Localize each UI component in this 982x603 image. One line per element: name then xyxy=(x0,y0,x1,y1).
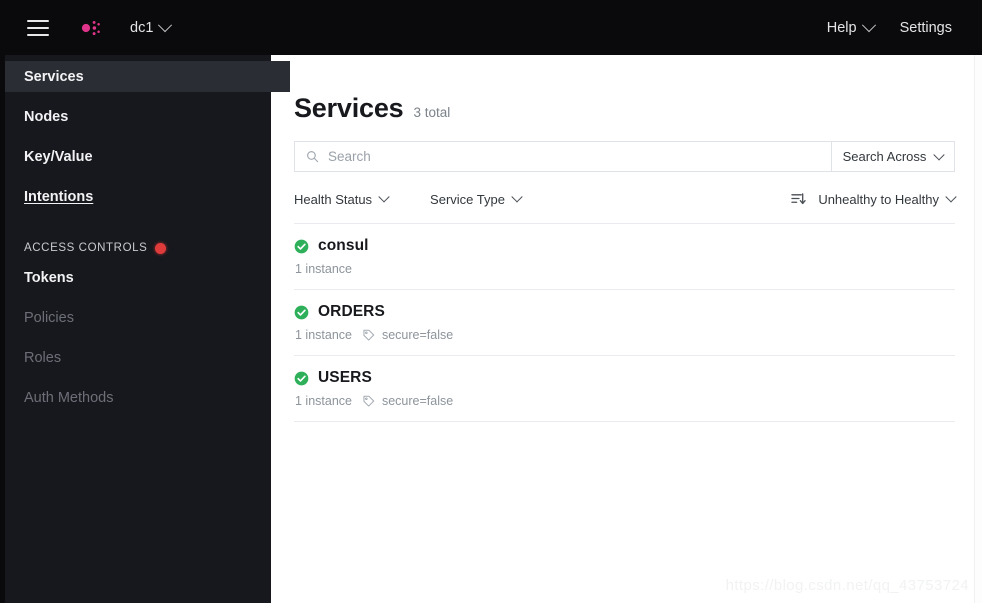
sidebar-item-tokens[interactable]: Tokens xyxy=(5,262,271,293)
page-title: Services xyxy=(294,93,404,123)
sidebar-item-intentions[interactable]: Intentions xyxy=(5,181,271,212)
sidebar-item-label: Roles xyxy=(24,349,62,366)
main-content: Services 3 total Search Search Across He… xyxy=(271,55,982,603)
sidebar-item-roles[interactable]: Roles xyxy=(5,342,271,373)
sidebar-section-access-controls: ACCESS CONTROLS xyxy=(5,234,271,262)
check-circle-icon xyxy=(294,371,309,385)
check-circle-icon xyxy=(294,305,309,319)
search-icon xyxy=(307,151,319,163)
search-placeholder: Search xyxy=(328,149,371,164)
sidebar-item-key-value[interactable]: Key/Value xyxy=(5,141,271,172)
settings-link[interactable]: Settings xyxy=(900,20,952,36)
tag-icon xyxy=(363,395,375,407)
instance-count: 1 instance xyxy=(295,394,352,408)
page-header: Services 3 total xyxy=(294,93,955,133)
chevron-down-icon xyxy=(158,17,173,32)
search-across-dropdown[interactable]: Search Across xyxy=(831,141,955,172)
service-type-label: Service Type xyxy=(430,191,505,207)
alert-dot-icon xyxy=(155,242,167,254)
check-circle-icon xyxy=(294,239,309,253)
sidebar-item-auth-methods[interactable]: Auth Methods xyxy=(5,382,271,413)
service-list: consul 1 instance ORDERS 1 instance secu… xyxy=(294,223,955,422)
settings-label: Settings xyxy=(899,19,952,36)
service-list-item[interactable]: consul 1 instance xyxy=(294,223,955,289)
datacenter-label: dc1 xyxy=(130,19,154,36)
sort-order-label: Unhealthy to Healthy xyxy=(818,191,939,207)
hamburger-line xyxy=(27,33,49,36)
hamburger-line xyxy=(27,19,49,22)
service-tag: secure=false xyxy=(362,328,453,342)
sort-order-dropdown[interactable]: Unhealthy to Healthy xyxy=(818,191,957,207)
sidebar-item-policies[interactable]: Policies xyxy=(5,302,271,333)
help-menu[interactable]: Help xyxy=(826,17,876,36)
hamburger-line xyxy=(27,26,49,29)
health-status-filter[interactable]: Health Status xyxy=(294,191,390,207)
sidebar-item-label: Tokens xyxy=(24,269,74,286)
service-name-line: USERS xyxy=(294,369,955,387)
sidebar-item-label: Services xyxy=(24,68,84,85)
service-name: USERS xyxy=(318,369,372,386)
sidebar-item-label: Key/Value xyxy=(24,148,93,165)
chevron-down-icon xyxy=(861,17,876,32)
sort-descending-icon xyxy=(791,193,806,205)
watermark: https://blog.csdn.net/qq_43753724 xyxy=(725,577,969,594)
sidebar-item-label: Nodes xyxy=(24,108,69,125)
service-list-item[interactable]: USERS 1 instance secure=false xyxy=(294,355,955,422)
service-meta: 1 instance secure=false xyxy=(294,328,955,342)
chevron-down-icon xyxy=(945,191,957,203)
top-navigation-bar: dc1 Help Settings xyxy=(0,0,982,55)
search-input[interactable]: Search xyxy=(294,141,831,172)
service-meta: 1 instance xyxy=(294,262,955,276)
consul-logo[interactable] xyxy=(69,11,103,45)
search-row: Search Search Across xyxy=(294,141,955,172)
health-status-label: Health Status xyxy=(294,191,373,207)
help-label: Help xyxy=(826,19,857,36)
sort-control[interactable]: Unhealthy to Healthy xyxy=(791,191,957,207)
chevron-down-icon xyxy=(378,191,390,203)
instance-count: 1 instance xyxy=(295,262,352,276)
sidebar-item-label: Policies xyxy=(24,309,74,326)
chevron-down-icon xyxy=(933,148,946,161)
service-name-line: consul xyxy=(294,237,955,255)
top-navigation-right: Help Settings xyxy=(826,17,952,36)
tag-icon xyxy=(363,329,375,341)
service-tag-label: secure=false xyxy=(381,328,454,342)
service-tag-label: secure=false xyxy=(381,394,454,408)
sidebar: Services Nodes Key/Value Intentions ACCE… xyxy=(0,55,290,603)
search-across-label: Search Across xyxy=(842,149,927,164)
hamburger-icon[interactable] xyxy=(27,19,49,36)
sidebar-section-label: ACCESS CONTROLS xyxy=(24,242,148,254)
consul-ui-window: dc1 Help Settings Services Nodes Key/Val… xyxy=(0,0,982,603)
service-name: ORDERS xyxy=(318,303,385,320)
service-list-item[interactable]: ORDERS 1 instance secure=false xyxy=(294,289,955,355)
service-count: 3 total xyxy=(413,105,451,120)
chevron-down-icon xyxy=(511,191,523,203)
sidebar-item-label: Auth Methods xyxy=(24,389,114,406)
sidebar-item-label: Intentions xyxy=(24,188,94,205)
filter-row: Health Status Service Type Unhealthy to … xyxy=(294,181,957,217)
instance-count: 1 instance xyxy=(295,328,352,342)
sidebar-item-nodes[interactable]: Nodes xyxy=(5,101,271,132)
datacenter-selector[interactable]: dc1 xyxy=(130,17,173,36)
service-tag: secure=false xyxy=(362,394,453,408)
service-name-line: ORDERS xyxy=(294,303,955,321)
service-type-filter[interactable]: Service Type xyxy=(430,191,523,207)
sidebar-item-services[interactable]: Services xyxy=(5,61,290,92)
content-right-edge xyxy=(974,55,982,603)
service-meta: 1 instance secure=false xyxy=(294,394,955,408)
service-name: consul xyxy=(318,237,369,254)
